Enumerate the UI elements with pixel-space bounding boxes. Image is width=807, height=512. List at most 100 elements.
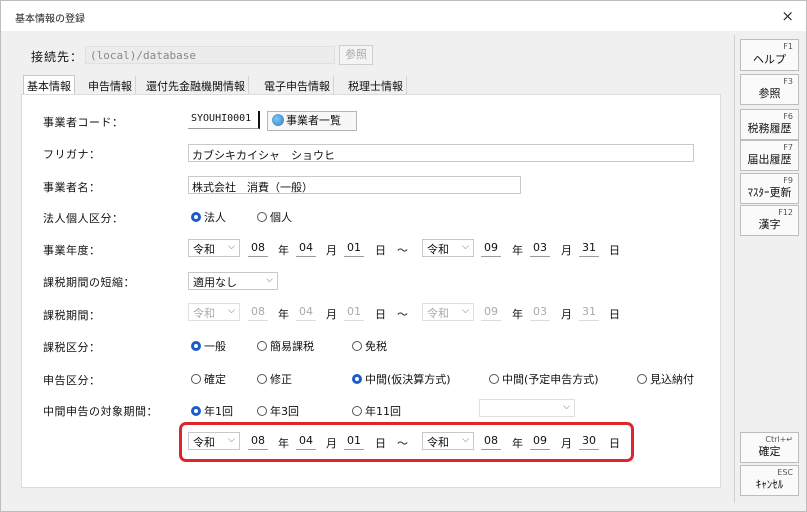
radio-selected-icon bbox=[191, 212, 201, 222]
chevron-down-icon: ⌵ bbox=[228, 242, 235, 252]
f9-master-update-button[interactable]: F9 ﾏｽﾀｰ更新 bbox=[740, 173, 799, 204]
tax-period-from-day: 01 bbox=[344, 303, 364, 321]
chevron-down-icon: ⌵ bbox=[462, 306, 469, 316]
fiscal-to-era-select[interactable]: 令和 ⌵ bbox=[422, 239, 474, 257]
dialog-window: 基本情報の登録 × 接続先： (local)/database 参照 基本情報 … bbox=[0, 0, 807, 512]
sidebar-divider bbox=[734, 35, 735, 503]
fiscal-to-year[interactable]: 09 bbox=[481, 239, 501, 257]
radio-unselected-icon bbox=[352, 406, 362, 416]
radio-interim-provisional[interactable]: 中間(仮決算方式) bbox=[352, 371, 451, 387]
radio-final[interactable]: 確定 bbox=[191, 371, 226, 387]
chevron-down-icon: ⌵ bbox=[563, 402, 570, 412]
radio-unselected-icon bbox=[257, 374, 267, 384]
radio-corporation[interactable]: 法人 bbox=[191, 209, 226, 225]
month-unit: 月 bbox=[326, 244, 337, 257]
connection-field: (local)/database bbox=[85, 46, 335, 64]
day-unit: 日 bbox=[609, 308, 620, 321]
tax-class-label: 課税区分： bbox=[43, 341, 101, 354]
radio-estimated-payment[interactable]: 見込納付 bbox=[637, 371, 694, 387]
business-code-label: 事業者コード： bbox=[43, 116, 124, 129]
f7-filing-history-button[interactable]: F7 届出履歴 bbox=[740, 140, 799, 171]
tab-refund-bank-info[interactable]: 還付先金融機関情報 bbox=[143, 76, 249, 95]
fiscal-from-year[interactable]: 08 bbox=[248, 239, 268, 257]
chevron-down-icon: ⌵ bbox=[462, 242, 469, 252]
year-unit: 年 bbox=[512, 244, 523, 257]
fiscal-year-label: 事業年度： bbox=[43, 244, 101, 257]
fiscal-from-month[interactable]: 04 bbox=[296, 239, 316, 257]
day-unit: 日 bbox=[609, 244, 620, 257]
radio-eleven-times[interactable]: 年11回 bbox=[352, 403, 401, 419]
radio-unselected-icon bbox=[257, 212, 267, 222]
business-name-label: 事業者名： bbox=[43, 181, 101, 194]
window-title: 基本情報の登録 bbox=[15, 14, 85, 25]
fiscal-from-era-select[interactable]: 令和 ⌵ bbox=[188, 239, 240, 257]
fiscal-from-day[interactable]: 01 bbox=[344, 239, 364, 257]
connection-ref-button: 参照 bbox=[339, 45, 373, 65]
f1-help-button[interactable]: F1 ヘルプ bbox=[740, 39, 799, 71]
title-bar: 基本情報の登録 × bbox=[1, 1, 806, 31]
tax-period-label: 課税期間： bbox=[43, 309, 101, 322]
tax-period-from-era-select: 令和 ⌵ bbox=[188, 303, 240, 321]
interim-count-select: ⌵ bbox=[479, 399, 575, 417]
fiscal-to-day[interactable]: 31 bbox=[579, 239, 599, 257]
chevron-down-icon: ⌵ bbox=[266, 275, 273, 285]
month-unit: 月 bbox=[561, 308, 572, 321]
entity-type-label: 法人個人区分： bbox=[43, 212, 124, 225]
cancel-button[interactable]: ESC ｷｬﾝｾﾙ bbox=[740, 465, 799, 496]
radio-unselected-icon bbox=[257, 406, 267, 416]
close-icon[interactable]: × bbox=[781, 7, 794, 25]
radio-exempt[interactable]: 免税 bbox=[352, 338, 387, 354]
radio-unselected-icon bbox=[257, 341, 267, 351]
tab-basic-info[interactable]: 基本情報 bbox=[23, 75, 75, 95]
radio-selected-icon bbox=[352, 374, 362, 384]
range-tilde: ～ bbox=[397, 244, 408, 257]
business-name-input[interactable]: 株式会社 消費（一般） bbox=[188, 176, 521, 194]
confirm-button[interactable]: Ctrl+↵ 確定 bbox=[740, 432, 799, 463]
tab-e-filing-info[interactable]: 電子申告情報 bbox=[261, 76, 334, 95]
radio-simplified[interactable]: 簡易課税 bbox=[257, 338, 314, 354]
radio-unselected-icon bbox=[352, 341, 362, 351]
tax-period-to-day: 31 bbox=[579, 303, 599, 321]
f6-tax-history-button[interactable]: F6 税務履歴 bbox=[740, 109, 799, 140]
radio-general[interactable]: 一般 bbox=[191, 338, 226, 354]
business-code-input[interactable]: SYOUHI0001 bbox=[188, 111, 260, 129]
radio-unselected-icon bbox=[191, 374, 201, 384]
day-unit: 日 bbox=[375, 308, 386, 321]
f12-kanji-button[interactable]: F12 漢字 bbox=[740, 205, 799, 236]
chevron-down-icon: ⌵ bbox=[228, 306, 235, 316]
interim-period-label: 中間申告の対象期間： bbox=[43, 405, 158, 418]
day-unit: 日 bbox=[375, 244, 386, 257]
radio-selected-icon bbox=[191, 406, 201, 416]
radio-interim-scheduled[interactable]: 中間(予定申告方式) bbox=[489, 371, 599, 387]
range-tilde: ～ bbox=[397, 308, 408, 321]
radio-amended[interactable]: 修正 bbox=[257, 371, 292, 387]
radio-once-a-year[interactable]: 年1回 bbox=[191, 403, 233, 419]
tax-period-from-year: 08 bbox=[248, 303, 268, 321]
connection-label: 接続先： bbox=[31, 50, 84, 64]
fiscal-to-month[interactable]: 03 bbox=[530, 239, 550, 257]
radio-individual[interactable]: 個人 bbox=[257, 209, 292, 225]
filing-class-label: 申告区分： bbox=[43, 374, 101, 387]
tab-tax-accountant-info[interactable]: 税理士情報 bbox=[345, 76, 407, 95]
year-unit: 年 bbox=[512, 308, 523, 321]
period-shorten-select[interactable]: 適用なし ⌵ bbox=[188, 272, 278, 290]
year-unit: 年 bbox=[278, 244, 289, 257]
tax-period-to-month: 03 bbox=[530, 303, 550, 321]
tax-period-to-era-select: 令和 ⌵ bbox=[422, 303, 474, 321]
month-unit: 月 bbox=[561, 244, 572, 257]
business-list-button[interactable]: 事業者一覧 bbox=[267, 111, 357, 131]
month-unit: 月 bbox=[326, 308, 337, 321]
radio-unselected-icon bbox=[637, 374, 647, 384]
tax-period-to-year: 09 bbox=[481, 303, 501, 321]
tax-period-from-month: 04 bbox=[296, 303, 316, 321]
highlight-annotation bbox=[179, 422, 634, 462]
period-shorten-label: 課税期間の短縮： bbox=[43, 276, 135, 289]
radio-three-times[interactable]: 年3回 bbox=[257, 403, 299, 419]
radio-unselected-icon bbox=[489, 374, 499, 384]
furigana-label: フリガナ： bbox=[43, 148, 101, 161]
tab-filing-info[interactable]: 申告情報 bbox=[85, 76, 136, 95]
f3-reference-button[interactable]: F3 参照 bbox=[740, 74, 799, 105]
furigana-input[interactable]: カブシキカイシャ ショウヒ bbox=[188, 144, 694, 162]
year-unit: 年 bbox=[278, 308, 289, 321]
radio-selected-icon bbox=[191, 341, 201, 351]
